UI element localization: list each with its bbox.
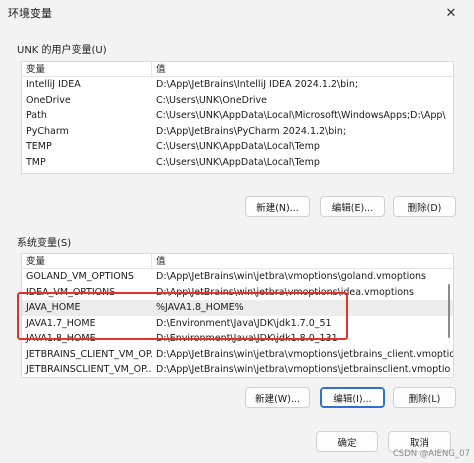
variable-name: JAVA1.7_HOME xyxy=(26,317,96,329)
system-vars-label: 系统变量(S) xyxy=(17,238,72,249)
user-new-button[interactable]: 新建(N)... xyxy=(245,196,310,217)
system-vars-rows: GOLAND_VM_OPTIONS D:\App\JetBrains\win\je… xyxy=(22,269,453,379)
system-new-button[interactable]: 新建(W)... xyxy=(245,387,310,408)
variable-name: JETBRAINS_CLIENT_VM_OP... xyxy=(26,348,152,360)
list-row[interactable]: IntelliJ IDEA D:\App\JetBrains\IntelliJ I… xyxy=(22,77,453,93)
variable-name: TEMP xyxy=(26,141,52,153)
column-header-value[interactable]: 值 xyxy=(152,254,453,268)
variable-name: IntelliJ IDEA xyxy=(26,79,81,91)
system-vars-header: 变量 值 xyxy=(22,254,453,269)
variable-value: C:\Users\UNK\OneDrive xyxy=(156,94,267,106)
column-header-value[interactable]: 值 xyxy=(152,62,453,76)
window-title: 环境变量 xyxy=(8,7,52,20)
variable-name: GOLAND_VM_OPTIONS xyxy=(26,271,134,283)
variable-value: C:\Users\UNK\AppData\Local\Microsoft\Win… xyxy=(156,110,446,122)
list-row[interactable]: IDEA_VM_OPTIONS D:\App\JetBrains\win\jetb… xyxy=(22,285,453,301)
variable-value: D:\Environment\Java\JDK\jdk1.8.0_131 xyxy=(156,333,338,345)
list-row[interactable]: TEMP C:\Users\UNK\AppData\Local\Temp xyxy=(22,139,453,155)
list-row[interactable]: TMP C:\Users\UNK\AppData\Local\Temp xyxy=(22,155,453,171)
list-row[interactable]: Path C:\Users\UNK\AppData\Local\Microsoft… xyxy=(22,108,453,124)
list-row[interactable]: NUMBER_OF_PROCESSORS xyxy=(22,378,453,379)
list-row[interactable]: JAVA_HOME %JAVA1.8_HOME% xyxy=(22,300,453,316)
list-row[interactable]: PyCharm D:\App\JetBrains\PyCharm 2024.1.2… xyxy=(22,124,453,140)
vertical-scrollbar[interactable] xyxy=(448,284,450,338)
variable-value: C:\Users\UNK\AppData\Local\Temp xyxy=(156,156,320,168)
variable-value: C:\Users\UNK\AppData\Local\Temp xyxy=(156,141,320,153)
column-header-name[interactable]: 变量 xyxy=(22,62,152,76)
user-delete-button[interactable]: 删除(D) xyxy=(393,196,456,217)
variable-value: D:\App\JetBrains\IntelliJ IDEA 2024.1.2\… xyxy=(156,79,359,91)
variable-value: D:\Environment\Java\JDK\jdk1.7.0_51 xyxy=(156,317,332,329)
user-vars-list[interactable]: 变量 值 IntelliJ IDEA D:\App\JetBrains\Intel… xyxy=(21,61,454,174)
list-row[interactable]: JETBRAINS_CLIENT_VM_OP... D:\App\JetBrain… xyxy=(22,347,453,363)
title-bar: 环境变量 ✕ xyxy=(0,0,474,26)
ok-button[interactable]: 确定 xyxy=(316,431,378,452)
user-edit-button[interactable]: 编辑(E)... xyxy=(320,196,385,217)
system-vars-list[interactable]: 变量 值 GOLAND_VM_OPTIONS D:\App\JetBrains\w… xyxy=(21,253,454,378)
variable-value: D:\App\JetBrains\PyCharm 2024.1.2\bin; xyxy=(156,125,347,137)
list-row[interactable]: JETBRAINSCLIENT_VM_OP... D:\App\JetBrains… xyxy=(22,362,453,377)
watermark: CSDN @AIENG_07 xyxy=(392,449,470,459)
variable-name: JAVA1.8_HOME xyxy=(26,333,96,345)
list-row[interactable]: OneDrive C:\Users\UNK\OneDrive xyxy=(22,93,453,109)
variable-name: Path xyxy=(26,110,47,122)
variable-value: D:\App\JetBrains\win\jetbra\vmoptions\id… xyxy=(156,286,414,298)
variable-name: IDEA_VM_OPTIONS xyxy=(26,286,116,298)
variable-name: PyCharm xyxy=(26,125,69,137)
variable-value: D:\App\JetBrains\win\jetbra\vmoptions\go… xyxy=(156,271,427,283)
variable-value: D:\App\JetBrains\win\jetbra\vmoptions\je… xyxy=(156,348,453,360)
variable-name: OneDrive xyxy=(26,94,71,106)
system-delete-button[interactable]: 删除(L) xyxy=(393,387,456,408)
variable-name: TMP xyxy=(26,156,46,168)
variable-name: JAVA_HOME xyxy=(26,302,81,314)
list-row[interactable]: JAVA1.7_HOME D:\Environment\Java\JDK\jdk1… xyxy=(22,316,453,332)
user-vars-header: 变量 值 xyxy=(22,62,453,77)
system-edit-button[interactable]: 编辑(I)... xyxy=(320,387,385,408)
list-row[interactable]: GOLAND_VM_OPTIONS D:\App\JetBrains\win\je… xyxy=(22,269,453,285)
user-vars-rows: IntelliJ IDEA D:\App\JetBrains\IntelliJ I… xyxy=(22,77,453,170)
list-row[interactable]: JAVA1.8_HOME D:\Environment\Java\JDK\jdk1… xyxy=(22,331,453,347)
variable-value: D:\App\JetBrains\win\jetbra\vmoptions\je… xyxy=(156,364,451,376)
close-icon[interactable]: ✕ xyxy=(428,0,474,26)
variable-name: JETBRAINSCLIENT_VM_OP... xyxy=(26,364,152,376)
variable-value: %JAVA1.8_HOME% xyxy=(156,302,244,314)
user-vars-label: UNK 的用户变量(U) xyxy=(17,45,107,56)
column-header-name[interactable]: 变量 xyxy=(22,254,152,268)
